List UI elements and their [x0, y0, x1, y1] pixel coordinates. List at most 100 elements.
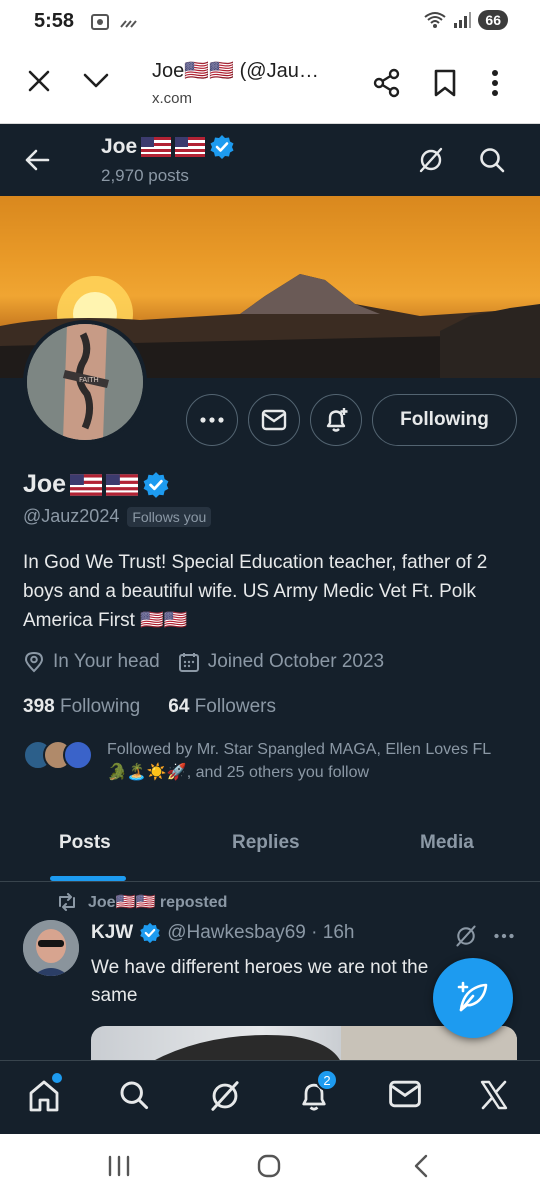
share-button[interactable]: [372, 68, 402, 103]
following-count-link[interactable]: 398 Following: [23, 696, 140, 718]
grok-icon: [211, 1081, 239, 1111]
status-system-icons: 66: [424, 10, 508, 30]
mail-icon: [261, 409, 287, 431]
profile-tabs: Posts Replies Media: [0, 808, 540, 882]
mail-icon: [389, 1080, 421, 1108]
header-post-count: 2,970 posts: [101, 166, 189, 185]
compose-post-button[interactable]: [433, 958, 513, 1038]
screenshot-icon: [91, 14, 109, 30]
repost-label: Joe🇺🇸🇺🇸 reposted: [88, 894, 228, 911]
home-unread-dot: [52, 1073, 62, 1083]
grok-icon: [456, 925, 476, 947]
active-tab-indicator: [50, 876, 126, 881]
tab-posts[interactable]: Posts: [59, 832, 111, 854]
followers-label: Followers: [194, 696, 276, 717]
message-button[interactable]: [248, 394, 300, 446]
cell-signal-icon: [454, 12, 472, 28]
followed-by-row[interactable]: Followed by Mr. Star Spangled MAGA, Elle…: [23, 738, 507, 784]
back-button[interactable]: [24, 148, 50, 177]
following-label: Following: [59, 696, 141, 717]
mutual-avatars: [23, 740, 93, 774]
profile-name-text: Joe: [23, 470, 67, 498]
repost-icon: [59, 893, 75, 911]
nav-x-premium[interactable]: [478, 1079, 510, 1116]
post-more-button[interactable]: [494, 926, 514, 944]
status-notification-icons: [90, 12, 138, 32]
location-icon: [24, 651, 44, 673]
followers-count-link[interactable]: 64 Followers: [168, 696, 276, 718]
header-name-text: Joe: [101, 135, 138, 158]
back-system-button[interactable]: [410, 1154, 432, 1183]
battery-indicator: 66: [478, 10, 508, 30]
recent-apps-button[interactable]: [106, 1154, 132, 1183]
nav-grok[interactable]: [208, 1079, 242, 1118]
post-author-name[interactable]: KJW: [91, 922, 133, 944]
nav-messages[interactable]: [388, 1079, 422, 1114]
post-handle-time: @Hawkesbay69 · 16h: [167, 922, 355, 943]
profile-joined: Joined October 2023: [207, 651, 385, 672]
profile-avatar[interactable]: FAITH: [23, 320, 147, 444]
header-name: Joe: [101, 134, 235, 160]
profile-bio: In God We Trust! Special Education teach…: [23, 552, 488, 631]
following-button[interactable]: Following: [372, 394, 517, 446]
page-title: Joe🇺🇸🇺🇸 (@Jau…: [152, 60, 319, 82]
followers-count: 64: [168, 696, 190, 717]
verified-icon: [140, 922, 160, 944]
profile-location: In Your head: [53, 651, 160, 672]
status-time: 5:58: [34, 10, 75, 32]
bookmark-button[interactable]: [432, 68, 458, 103]
profile-counts: 398 Following 64 Followers: [23, 696, 276, 718]
more-options-button[interactable]: [186, 394, 238, 446]
profile-meta: In Your head Joined October 2023: [23, 651, 384, 673]
compose-icon: [457, 981, 488, 1012]
bell-plus-icon: [326, 408, 348, 432]
profile-name: Joe: [23, 470, 170, 499]
notify-button[interactable]: [310, 394, 362, 446]
svg-text:FAITH: FAITH: [79, 376, 99, 384]
profile-header: Joe 2,970 posts: [0, 124, 540, 196]
us-flag-icon: [141, 137, 172, 157]
grok-button[interactable]: [417, 146, 445, 179]
browser-menu-button[interactable]: [490, 68, 500, 103]
share-icon: [373, 68, 400, 98]
back-arrow-icon: [25, 149, 50, 171]
post-grok-button[interactable]: [454, 924, 478, 953]
x-logo-icon: [480, 1080, 508, 1110]
tattoo-photo: FAITH: [27, 324, 143, 440]
android-navigation-bar: [0, 1134, 540, 1200]
recent-apps-icon: [108, 1155, 130, 1177]
verified-icon: [143, 471, 169, 498]
status-bar: 5:58 66: [0, 0, 540, 46]
follows-you-badge: Follows you: [127, 506, 212, 527]
minimize-tab-button[interactable]: [82, 70, 110, 97]
back-chevron-icon: [414, 1154, 428, 1178]
close-icon: [28, 70, 50, 92]
repost-indicator: Joe🇺🇸🇺🇸 reposted: [56, 892, 227, 912]
search-button[interactable]: [478, 146, 506, 179]
tab-replies[interactable]: Replies: [232, 832, 300, 854]
signal-off-icon: [120, 20, 137, 28]
search-icon: [120, 1081, 149, 1110]
page-domain: x.com: [152, 90, 193, 107]
more-horizontal-icon: [200, 417, 224, 423]
notification-count-badge: 2: [316, 1069, 338, 1091]
profile-handle-row: @Jauz2024 Follows you: [23, 506, 212, 527]
browser-toolbar: Joe🇺🇸🇺🇸 (@Jau… x.com: [0, 46, 540, 124]
post-author-avatar[interactable]: [23, 920, 79, 976]
wifi-icon: [424, 12, 447, 28]
home-icon: [29, 1080, 59, 1112]
verified-icon: [210, 135, 234, 159]
nav-search[interactable]: [118, 1079, 150, 1116]
nav-home[interactable]: [28, 1079, 60, 1118]
bottom-navigation: 2: [0, 1060, 540, 1134]
us-flag-icon: [106, 473, 139, 496]
us-flag-icon: [175, 137, 206, 157]
home-circle-icon: [257, 1154, 281, 1178]
tab-media[interactable]: Media: [420, 832, 474, 854]
close-tab-button[interactable]: [26, 68, 52, 99]
chevron-down-icon: [83, 73, 109, 88]
calendar-icon: [178, 653, 199, 672]
post-header: KJW @Hawkesbay69 · 16h: [91, 922, 354, 944]
more-horizontal-icon: [494, 933, 514, 939]
home-system-button[interactable]: [256, 1154, 282, 1183]
